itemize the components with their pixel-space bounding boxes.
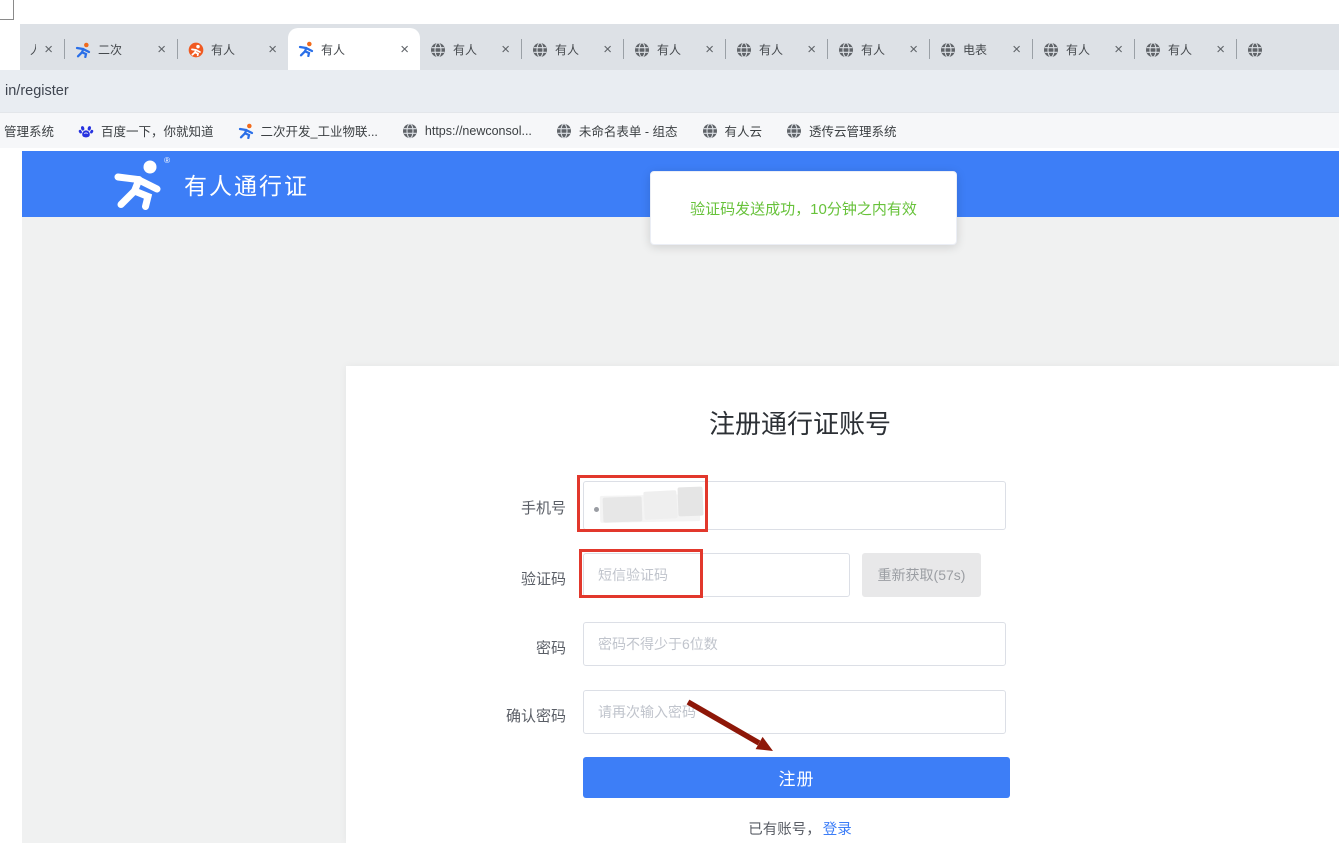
bookmark-label: 未命名表单 - 组态: [579, 121, 678, 140]
globe-icon: [1247, 42, 1263, 58]
globe-icon: [838, 42, 854, 58]
tab-close-icon[interactable]: ×: [704, 42, 715, 57]
tab-title: 有人: [321, 41, 345, 58]
globe-icon: [736, 42, 752, 58]
toast-message-box: 验证码发送成功，10分钟之内有效: [650, 171, 957, 245]
browser-tab-strip: 人 × 二次 × 有人 × 有人 × 有人 × 有人 × 有人 × 有人 ×: [20, 24, 1339, 70]
tab-title: 有人: [1168, 41, 1192, 58]
tab-close-icon[interactable]: ×: [267, 42, 278, 57]
tab-youren-6[interactable]: 有人 ×: [522, 29, 623, 70]
tab-youren-orange[interactable]: 有人 ×: [178, 29, 288, 70]
tab-dianbiao[interactable]: 电表 ×: [930, 29, 1032, 70]
bookmark-label: 管理系统: [4, 121, 54, 140]
bookmark-management-system[interactable]: 管理系统: [4, 121, 54, 140]
phone-label: 手机号: [436, 497, 566, 518]
tab-title: 有人: [453, 41, 477, 58]
screenshot-crop-corner-mark: [0, 0, 14, 20]
tab-close-icon[interactable]: ×: [156, 42, 167, 57]
usr-orange-badge-icon: [188, 42, 204, 58]
bookmark-label: https://newconsol...: [425, 124, 532, 138]
tab-partial-left[interactable]: 人 ×: [20, 29, 64, 70]
globe-icon: [634, 42, 650, 58]
header-brand[interactable]: ® 有人通行证: [110, 157, 309, 211]
password-label: 密码: [436, 637, 566, 658]
register-button[interactable]: 注册: [583, 757, 1010, 798]
tab-title: 有人: [861, 41, 885, 58]
tab-youren-7[interactable]: 有人 ×: [624, 29, 725, 70]
tab-title: 电表: [963, 41, 987, 58]
bookmark-label: 二次开发_工业物联...: [261, 121, 378, 140]
bookmark-label: 透传云管理系统: [809, 121, 897, 140]
form-title: 注册通行证账号: [590, 404, 1010, 441]
globe-icon: [532, 42, 548, 58]
bookmark-youren-cloud[interactable]: 有人云: [702, 121, 763, 140]
registered-trademark-mark: ®: [164, 156, 170, 165]
confirm-password-input[interactable]: [583, 690, 1006, 734]
address-url-text[interactable]: in/register: [0, 83, 69, 99]
tab-close-icon[interactable]: ×: [43, 42, 54, 57]
globe-icon: [786, 123, 802, 139]
tab-secondary-dev[interactable]: 二次 ×: [65, 29, 177, 70]
login-prefix-text: 已有账号，: [748, 822, 821, 838]
screenshot-root: { "browser": { "tab_close": "×", "tabs":…: [0, 0, 1339, 843]
usr-logo-icon: ®: [110, 158, 166, 210]
confirm-password-label: 确认密码: [436, 705, 566, 726]
header-brand-title: 有人通行证: [184, 167, 309, 201]
globe-icon: [556, 123, 572, 139]
usr-person-icon: [298, 41, 314, 57]
browser-address-bar[interactable]: in/register: [0, 70, 1339, 112]
bookmark-label: 百度一下，你就知道: [101, 121, 214, 140]
baidu-paw-icon: [78, 123, 94, 139]
annotation-arrow: [676, 694, 786, 760]
tab-close-icon[interactable]: ×: [399, 42, 410, 57]
resend-code-button[interactable]: 重新获取(57s): [862, 553, 981, 597]
tab-close-icon[interactable]: ×: [806, 42, 817, 57]
usr-person-icon: [238, 123, 254, 139]
annotation-red-box-phone: [577, 475, 708, 532]
tab-title: 有人: [1066, 41, 1090, 58]
globe-icon: [430, 42, 446, 58]
bookmark-label: 有人云: [725, 121, 763, 140]
tab-youren-11[interactable]: 有人 ×: [1033, 29, 1134, 70]
globe-icon: [402, 123, 418, 139]
bookmark-unnamed-form[interactable]: 未命名表单 - 组态: [556, 121, 678, 140]
tab-title: 有人: [555, 41, 579, 58]
bookmark-transparent-cloud[interactable]: 透传云管理系统: [786, 121, 897, 140]
bookmark-secondary-dev[interactable]: 二次开发_工业物联...: [238, 121, 378, 140]
tab-close-icon[interactable]: ×: [500, 42, 511, 57]
login-link[interactable]: 登录: [823, 822, 852, 838]
tab-title: 有人: [759, 41, 783, 58]
browser-bookmarks-bar: 管理系统 百度一下，你就知道 二次开发_工业物联... https://newc…: [0, 112, 1339, 148]
tab-close-icon[interactable]: ×: [602, 42, 613, 57]
tab-close-icon[interactable]: ×: [1113, 42, 1124, 57]
tab-youren-8[interactable]: 有人 ×: [726, 29, 827, 70]
tab-close-icon[interactable]: ×: [908, 42, 919, 57]
tab-youren-12[interactable]: 有人 ×: [1135, 29, 1236, 70]
globe-icon: [702, 123, 718, 139]
tab-youren-5[interactable]: 有人 ×: [420, 29, 521, 70]
tab-close-icon[interactable]: ×: [1011, 42, 1022, 57]
tab-title: 人: [30, 41, 36, 58]
bookmark-baidu[interactable]: 百度一下，你就知道: [78, 121, 214, 140]
usr-person-icon: [75, 42, 91, 58]
globe-icon: [940, 42, 956, 58]
tab-title: 有人: [211, 41, 235, 58]
tab-close-icon[interactable]: ×: [1215, 42, 1226, 57]
globe-icon: [1043, 42, 1059, 58]
login-row: 已有账号，登录: [590, 818, 1010, 839]
tab-title: 二次: [98, 41, 122, 58]
tab-youren-9[interactable]: 有人 ×: [828, 29, 929, 70]
annotation-red-box-code: [579, 549, 703, 598]
tab-title: 有人: [657, 41, 681, 58]
toast-success-text: 验证码发送成功，10分钟之内有效: [690, 198, 917, 219]
bookmark-newconsole[interactable]: https://newconsol...: [402, 123, 532, 139]
tab-active-youren-register[interactable]: 有人 ×: [288, 28, 420, 70]
code-label: 验证码: [436, 568, 566, 589]
tab-partial-right[interactable]: [1237, 29, 1339, 70]
password-input[interactable]: [583, 622, 1006, 666]
globe-icon: [1145, 42, 1161, 58]
